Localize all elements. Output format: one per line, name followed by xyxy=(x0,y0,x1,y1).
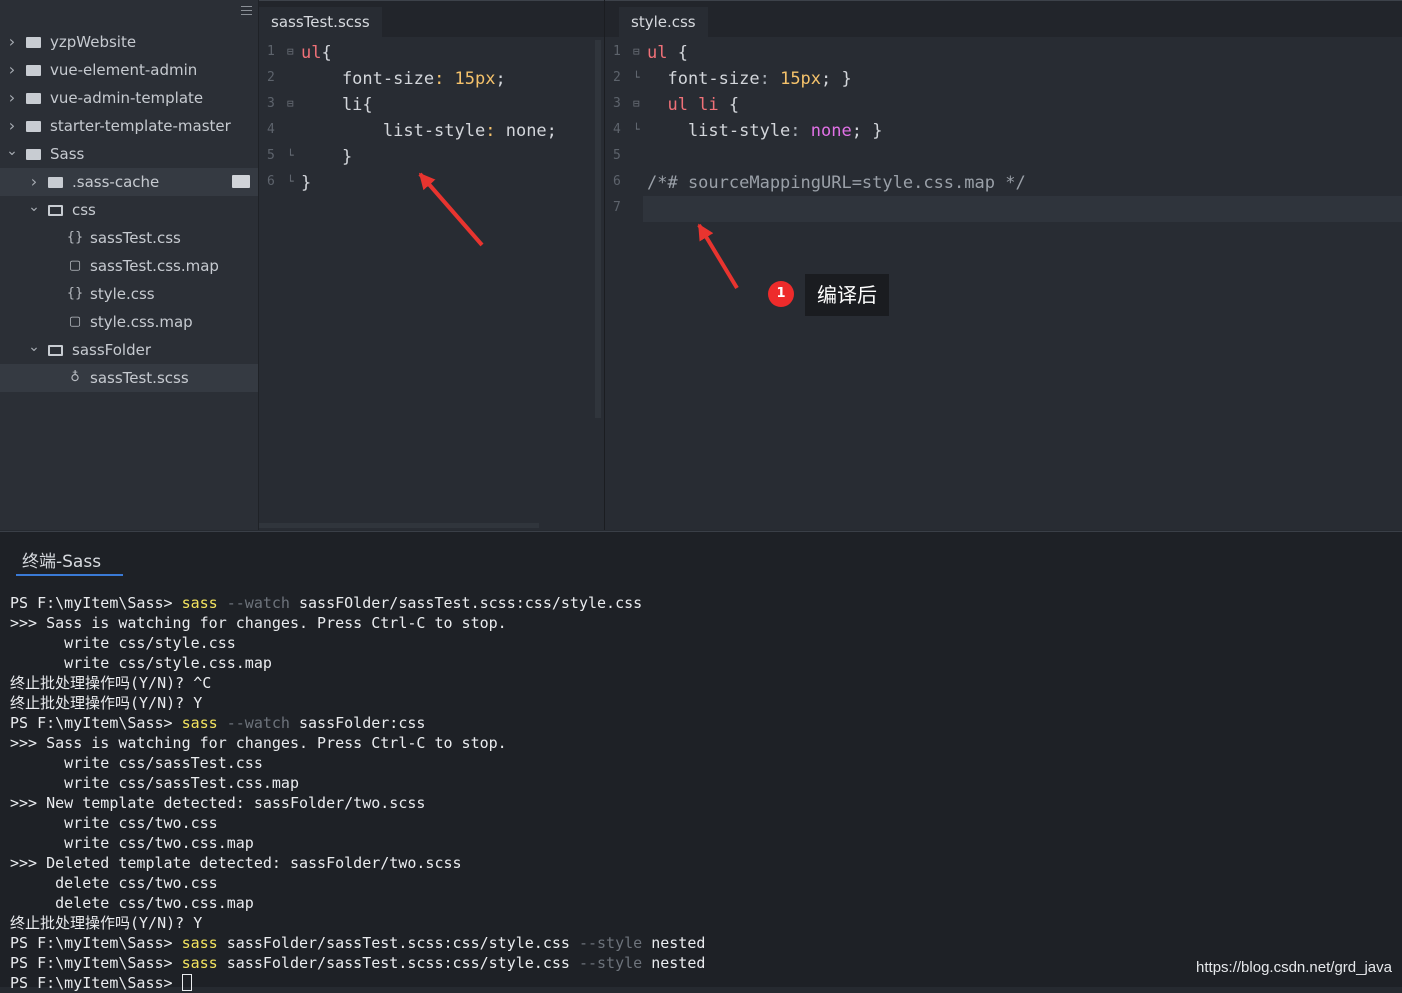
watermark: https://blog.csdn.net/grd_java xyxy=(1196,959,1392,976)
terminal-token: PS F:\myItem\Sass> xyxy=(10,974,182,992)
terminal-token: write css/two.css.map xyxy=(10,834,254,852)
terminal-token: >>> New template detected: sassFolder/tw… xyxy=(10,794,426,812)
terminal-token: nested xyxy=(651,934,706,952)
terminal-token: --style xyxy=(578,954,652,972)
terminal-token: write css/style.css xyxy=(10,634,236,652)
terminal-output: PS F:\myItem\Sass> sass --watch sassFOld… xyxy=(10,593,705,993)
terminal-token: >>> Sass is watching for changes. Press … xyxy=(10,614,507,632)
terminal-token: sass xyxy=(181,934,227,952)
terminal-token: PS F:\myItem\Sass> xyxy=(10,954,182,972)
terminal-line: write css/two.css xyxy=(10,813,705,833)
terminal-token: PS F:\myItem\Sass> xyxy=(10,714,182,732)
terminal-token: sass xyxy=(181,954,227,972)
arrow-to-css xyxy=(697,223,739,290)
terminal-token: write css/style.css.map xyxy=(10,654,272,672)
terminal-line: >>> Sass is watching for changes. Press … xyxy=(10,613,705,633)
annotation-number-badge: 1 xyxy=(768,281,794,307)
terminal-line: write css/sassTest.css xyxy=(10,753,705,773)
terminal-line: 终止批处理操作吗(Y/N)? Y xyxy=(10,693,705,713)
terminal-line: >>> Sass is watching for changes. Press … xyxy=(10,733,705,753)
terminal-line: PS F:\myItem\Sass> sass --watch sassFold… xyxy=(10,713,705,733)
terminal-line: PS F:\myItem\Sass> sass sassFolder/sassT… xyxy=(10,933,705,953)
terminal-line: PS F:\myItem\Sass> sass --watch sassFOld… xyxy=(10,593,705,613)
terminal-token: delete css/two.css xyxy=(10,874,218,892)
terminal-line: write css/two.css.map xyxy=(10,833,705,853)
terminal-token: >>> Sass is watching for changes. Press … xyxy=(10,734,507,752)
terminal-line: >>> Deleted template detected: sassFolde… xyxy=(10,853,705,873)
arrow-to-scss xyxy=(418,172,484,247)
terminal-token: sassFolder/sassTest.scss:css/style.css xyxy=(226,954,579,972)
tab-terminal-sass[interactable]: 终端-Sass xyxy=(16,549,123,576)
terminal-panel[interactable]: 终端-Sass PS F:\myItem\Sass> sass --watch … xyxy=(0,531,1402,992)
terminal-line: PS F:\myItem\Sass> sass sassFolder/sassT… xyxy=(10,953,705,973)
terminal-token: --watch xyxy=(226,714,299,732)
terminal-token: --watch xyxy=(226,594,299,612)
terminal-token: sassFOlder/sassTest.scss:css/style.css xyxy=(299,594,643,612)
terminal-token: sassFolder:css xyxy=(299,714,426,732)
terminal-line: 终止批处理操作吗(Y/N)? Y xyxy=(10,913,705,933)
terminal-token: PS F:\myItem\Sass> xyxy=(10,594,182,612)
terminal-token: write css/sassTest.css.map xyxy=(10,774,299,792)
terminal-line: write css/sassTest.css.map xyxy=(10,773,705,793)
terminal-token: PS F:\myItem\Sass> xyxy=(10,934,182,952)
terminal-line: delete css/two.css xyxy=(10,873,705,893)
annotation-label: 编译后 xyxy=(805,274,889,316)
terminal-cursor xyxy=(181,974,192,991)
terminal-token: 终止批处理操作吗(Y/N)? ^C xyxy=(10,674,212,692)
terminal-token: --style xyxy=(578,934,652,952)
terminal-token: >>> Deleted template detected: sassFolde… xyxy=(10,854,462,872)
terminal-token: write css/two.css xyxy=(10,814,218,832)
terminal-line: write css/style.css xyxy=(10,633,705,653)
terminal-line: PS F:\myItem\Sass> xyxy=(10,973,705,993)
terminal-token: sass xyxy=(181,714,227,732)
terminal-token: delete css/two.css.map xyxy=(10,894,254,912)
terminal-line: delete css/two.css.map xyxy=(10,893,705,913)
terminal-line: >>> New template detected: sassFolder/tw… xyxy=(10,793,705,813)
terminal-token: 终止批处理操作吗(Y/N)? Y xyxy=(10,694,203,712)
terminal-token: nested xyxy=(651,954,706,972)
terminal-line: write css/style.css.map xyxy=(10,653,705,673)
terminal-token: sassFolder/sassTest.scss:css/style.css xyxy=(226,934,579,952)
terminal-token: write css/sassTest.css xyxy=(10,754,263,772)
terminal-token: sass xyxy=(181,594,227,612)
terminal-token: 终止批处理操作吗(Y/N)? Y xyxy=(10,914,203,932)
terminal-line: 终止批处理操作吗(Y/N)? ^C xyxy=(10,673,705,693)
